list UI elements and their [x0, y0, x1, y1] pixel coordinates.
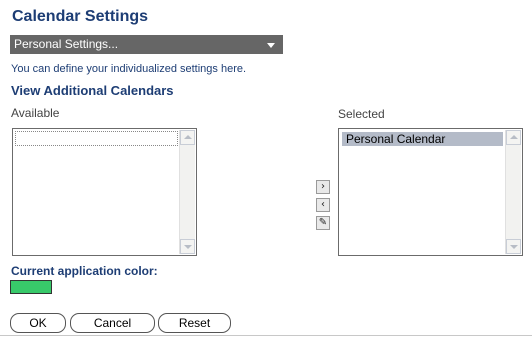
remove-calendar-button[interactable]: ‹: [316, 198, 330, 212]
chevron-down-icon: [267, 43, 275, 48]
chevron-right-icon: ›: [321, 181, 325, 192]
available-list-scrollbar[interactable]: [179, 130, 195, 254]
settings-description: You can define your individualized setti…: [11, 63, 247, 75]
scroll-down-icon[interactable]: [506, 239, 521, 254]
add-calendar-button[interactable]: ›: [316, 180, 330, 194]
available-list-focus-row: [15, 131, 178, 146]
view-additional-calendars-heading: View Additional Calendars: [11, 83, 174, 98]
scroll-down-icon[interactable]: [180, 239, 195, 254]
reset-button[interactable]: Reset: [158, 313, 231, 333]
scroll-up-icon[interactable]: [506, 130, 521, 145]
settings-dropdown-value: Personal Settings...: [14, 37, 119, 51]
available-calendars-list[interactable]: [12, 128, 197, 256]
selected-list-scrollbar[interactable]: [505, 130, 521, 254]
selected-calendars-list[interactable]: Personal Calendar: [338, 128, 523, 256]
chevron-left-icon: ‹: [321, 199, 325, 210]
edit-pen-icon: ✎: [318, 217, 328, 228]
settings-dropdown[interactable]: Personal Settings...: [10, 35, 283, 54]
application-color-label: Current application color:: [11, 264, 158, 278]
ok-button[interactable]: OK: [10, 313, 66, 333]
footer-divider: [0, 335, 532, 336]
page-title: Calendar Settings: [12, 8, 149, 25]
selected-label: Selected: [338, 107, 385, 121]
application-color-swatch[interactable]: [10, 280, 52, 294]
scroll-up-icon[interactable]: [180, 130, 195, 145]
cancel-button[interactable]: Cancel: [70, 313, 155, 333]
available-label: Available: [11, 106, 60, 120]
edit-calendar-button[interactable]: ✎: [316, 216, 330, 230]
list-item[interactable]: Personal Calendar: [342, 132, 503, 146]
